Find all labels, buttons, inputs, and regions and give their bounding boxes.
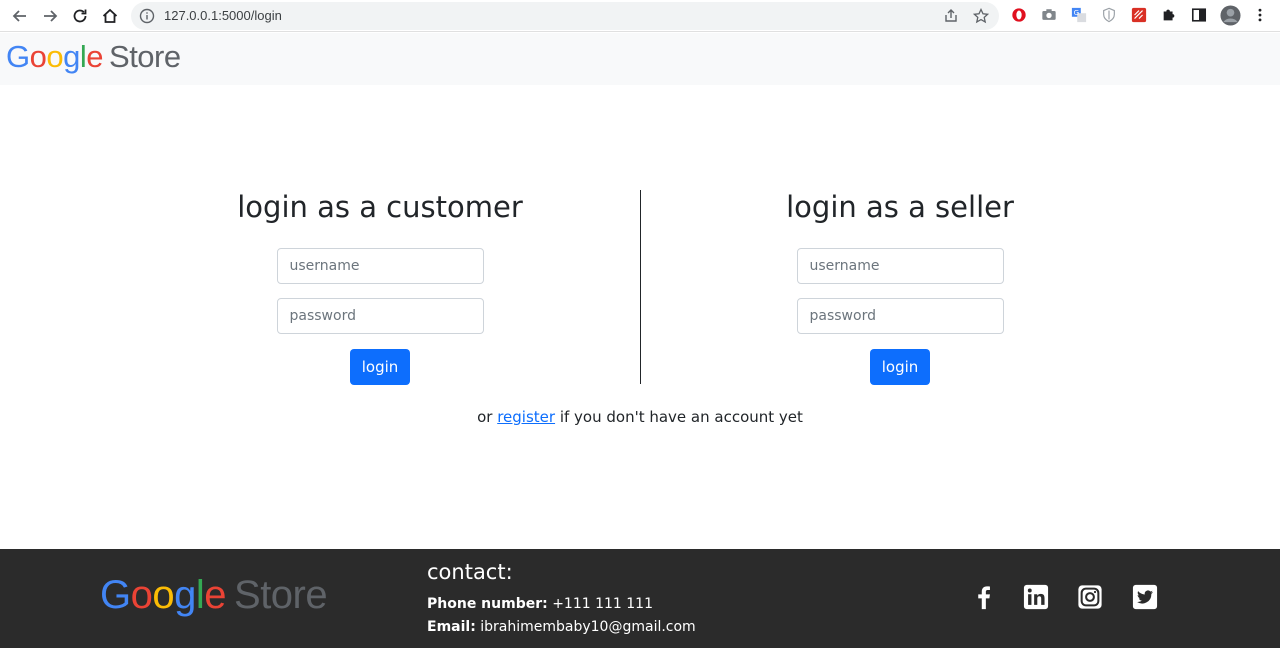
seller-login-heading: login as a seller: [786, 190, 1014, 224]
phone-line: Phone number: +111 111 111: [427, 593, 696, 616]
profile-avatar-icon[interactable]: [1219, 4, 1241, 26]
register-prompt: or register if you don't have an account…: [0, 408, 1280, 426]
site-footer: Google Store contact: Phone number: +111 …: [0, 549, 1280, 648]
ruler-extension-icon[interactable]: [1130, 6, 1148, 24]
svg-text:G: G: [1074, 8, 1080, 17]
seller-login-button[interactable]: login: [869, 349, 931, 385]
twitter-icon[interactable]: [1131, 583, 1159, 611]
footer-brand-letter: g: [174, 573, 196, 617]
url-text[interactable]: 127.0.0.1:5000/login: [164, 8, 282, 24]
brand-store-text: Store: [109, 39, 181, 74]
footer-brand-letter: e: [204, 573, 227, 617]
site-header: Google Store: [0, 33, 1280, 85]
phone-label: Phone number:: [427, 596, 548, 612]
footer-brand-logo: Google Store: [100, 573, 328, 617]
customer-login-button[interactable]: login: [349, 349, 411, 385]
contact-title: contact:: [427, 560, 513, 584]
share-icon[interactable]: [943, 8, 959, 24]
customer-login-panel: login as a customer login: [180, 185, 580, 385]
customer-password-input[interactable]: [276, 298, 484, 334]
brand-letter: g: [63, 39, 80, 74]
customer-username-input[interactable]: [276, 248, 484, 284]
camera-icon[interactable]: [1040, 6, 1058, 24]
brand-letter: o: [46, 39, 64, 74]
register-suffix-text: if you don't have an account yet: [555, 408, 803, 426]
shield-icon[interactable]: [1100, 6, 1118, 24]
side-panel-icon[interactable]: [1190, 6, 1208, 24]
email-value: ibrahimembaby10@gmail.com: [480, 619, 696, 635]
email-label: Email:: [427, 619, 476, 635]
home-icon[interactable]: [98, 4, 122, 28]
footer-brand-letter: o: [130, 573, 153, 617]
opera-icon[interactable]: [1010, 6, 1028, 24]
brand-logo[interactable]: Google Store: [6, 39, 181, 75]
linkedin-icon[interactable]: [1022, 583, 1050, 611]
site-info-icon[interactable]: [139, 8, 155, 24]
bookmark-star-icon[interactable]: [973, 8, 989, 24]
footer-brand-letter: o: [152, 573, 175, 617]
brand-letter: G: [6, 39, 30, 74]
seller-login-panel: login as a seller login: [700, 185, 1100, 385]
address-bar[interactable]: 127.0.0.1:5000/login: [131, 2, 999, 30]
footer-brand-letter: G: [100, 573, 131, 617]
brand-letter: e: [86, 39, 104, 74]
facebook-icon[interactable]: [970, 583, 998, 611]
instagram-icon[interactable]: [1076, 583, 1104, 611]
panel-divider: [640, 190, 641, 384]
footer-brand-store-text: Store: [234, 573, 328, 617]
reload-icon[interactable]: [68, 4, 92, 28]
puzzle-icon[interactable]: [1160, 6, 1178, 24]
brand-letter: o: [29, 39, 47, 74]
back-icon[interactable]: [8, 4, 32, 28]
translate-icon[interactable]: G: [1070, 6, 1088, 24]
register-link[interactable]: register: [497, 408, 555, 426]
email-line: Email: ibrahimembaby10@gmail.com: [427, 616, 696, 639]
forward-icon[interactable]: [38, 4, 62, 28]
seller-password-input[interactable]: [796, 298, 1004, 334]
register-prefix-text: or: [477, 408, 498, 426]
seller-username-input[interactable]: [796, 248, 1004, 284]
browser-toolbar: 127.0.0.1:5000/login G: [0, 0, 1280, 32]
customer-login-heading: login as a customer: [237, 190, 523, 224]
footer-brand-letter: l: [195, 573, 205, 617]
phone-value: +111 111 111: [552, 596, 653, 612]
contact-block: contact: Phone number: +111 111 111 Emai…: [427, 559, 696, 639]
menu-dots-icon[interactable]: [1251, 6, 1269, 24]
